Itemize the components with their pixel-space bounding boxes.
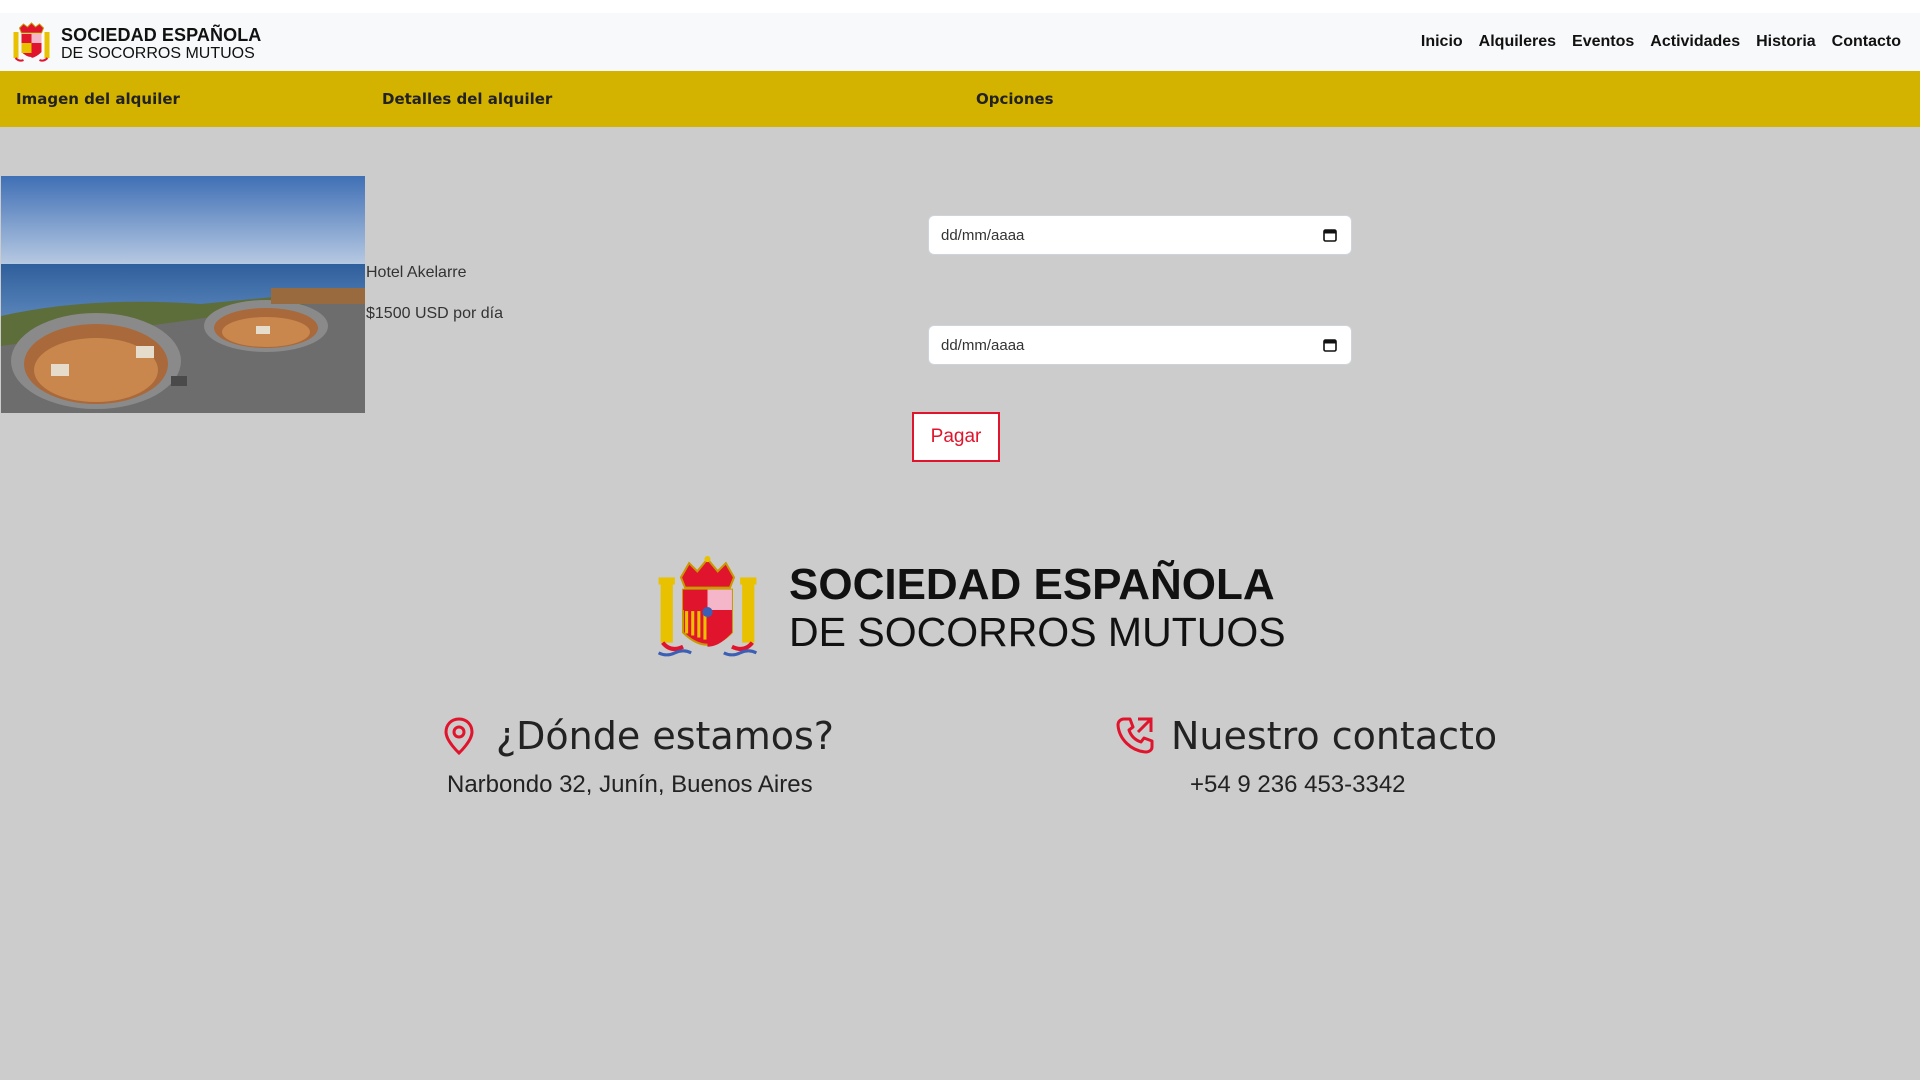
rental-image [1, 176, 365, 413]
end-date-input[interactable]: dd/mm/aaaa [928, 325, 1352, 365]
location-address: Narbondo 32, Junín, Buenos Aires [447, 771, 813, 798]
nav-actividades[interactable]: Actividades [1650, 33, 1740, 51]
contact-title: Nuestro contacto [1171, 714, 1498, 758]
footer-logo-line1: SOCIEDAD ESPAÑOLA [789, 560, 1275, 609]
pay-button[interactable]: Pagar [912, 412, 1000, 462]
end-date-placeholder: dd/mm/aaaa [941, 336, 1025, 354]
nav-alquileres[interactable]: Alquileres [1479, 33, 1556, 51]
footer-logo-line2: DE SOCORROS MUTUOS [789, 609, 1286, 655]
nav-eventos[interactable]: Eventos [1572, 33, 1634, 51]
start-date-input[interactable]: dd/mm/aaaa [928, 215, 1352, 255]
footer-logo: SOCIEDAD ESPAÑOLA DE SOCORROS MUTUOS [656, 555, 1286, 661]
main-nav: Inicio Alquileres Eventos Actividades Hi… [1405, 33, 1901, 51]
start-date-placeholder: dd/mm/aaaa [941, 226, 1025, 244]
col-header-details: Detalles del alquiler [382, 90, 553, 108]
brand-logo[interactable]: SOCIEDAD ESPAÑOLA DE SOCORROS MUTUOS [11, 22, 261, 66]
calendar-icon[interactable] [1323, 338, 1337, 352]
rental-name: Hotel Akelarre [366, 264, 467, 281]
nav-historia[interactable]: Historia [1756, 33, 1816, 51]
phone-icon [1116, 717, 1154, 754]
rental-price: $1500 USD por día [366, 305, 503, 322]
brand-line1: SOCIEDAD ESPAÑOLA [61, 25, 262, 45]
calendar-icon[interactable] [1323, 228, 1337, 242]
contact-phone: +54 9 236 453-3342 [1190, 771, 1406, 798]
location-pin-icon [444, 717, 474, 755]
col-header-options: Opciones [976, 90, 1054, 108]
top-strip [0, 0, 1920, 13]
col-header-image: Imagen del alquiler [16, 90, 180, 108]
nav-inicio[interactable]: Inicio [1421, 33, 1463, 51]
nav-contacto[interactable]: Contacto [1832, 33, 1901, 51]
brand-line2: DE SOCORROS MUTUOS [61, 45, 255, 62]
coat-of-arms-icon [13, 22, 50, 62]
table-header: Imagen del alquiler Detalles del alquile… [0, 71, 1920, 127]
coat-of-arms-icon [657, 556, 758, 657]
location-title: ¿Dónde estamos? [496, 714, 834, 758]
navbar: SOCIEDAD ESPAÑOLA DE SOCORROS MUTUOS Ini… [0, 13, 1920, 71]
